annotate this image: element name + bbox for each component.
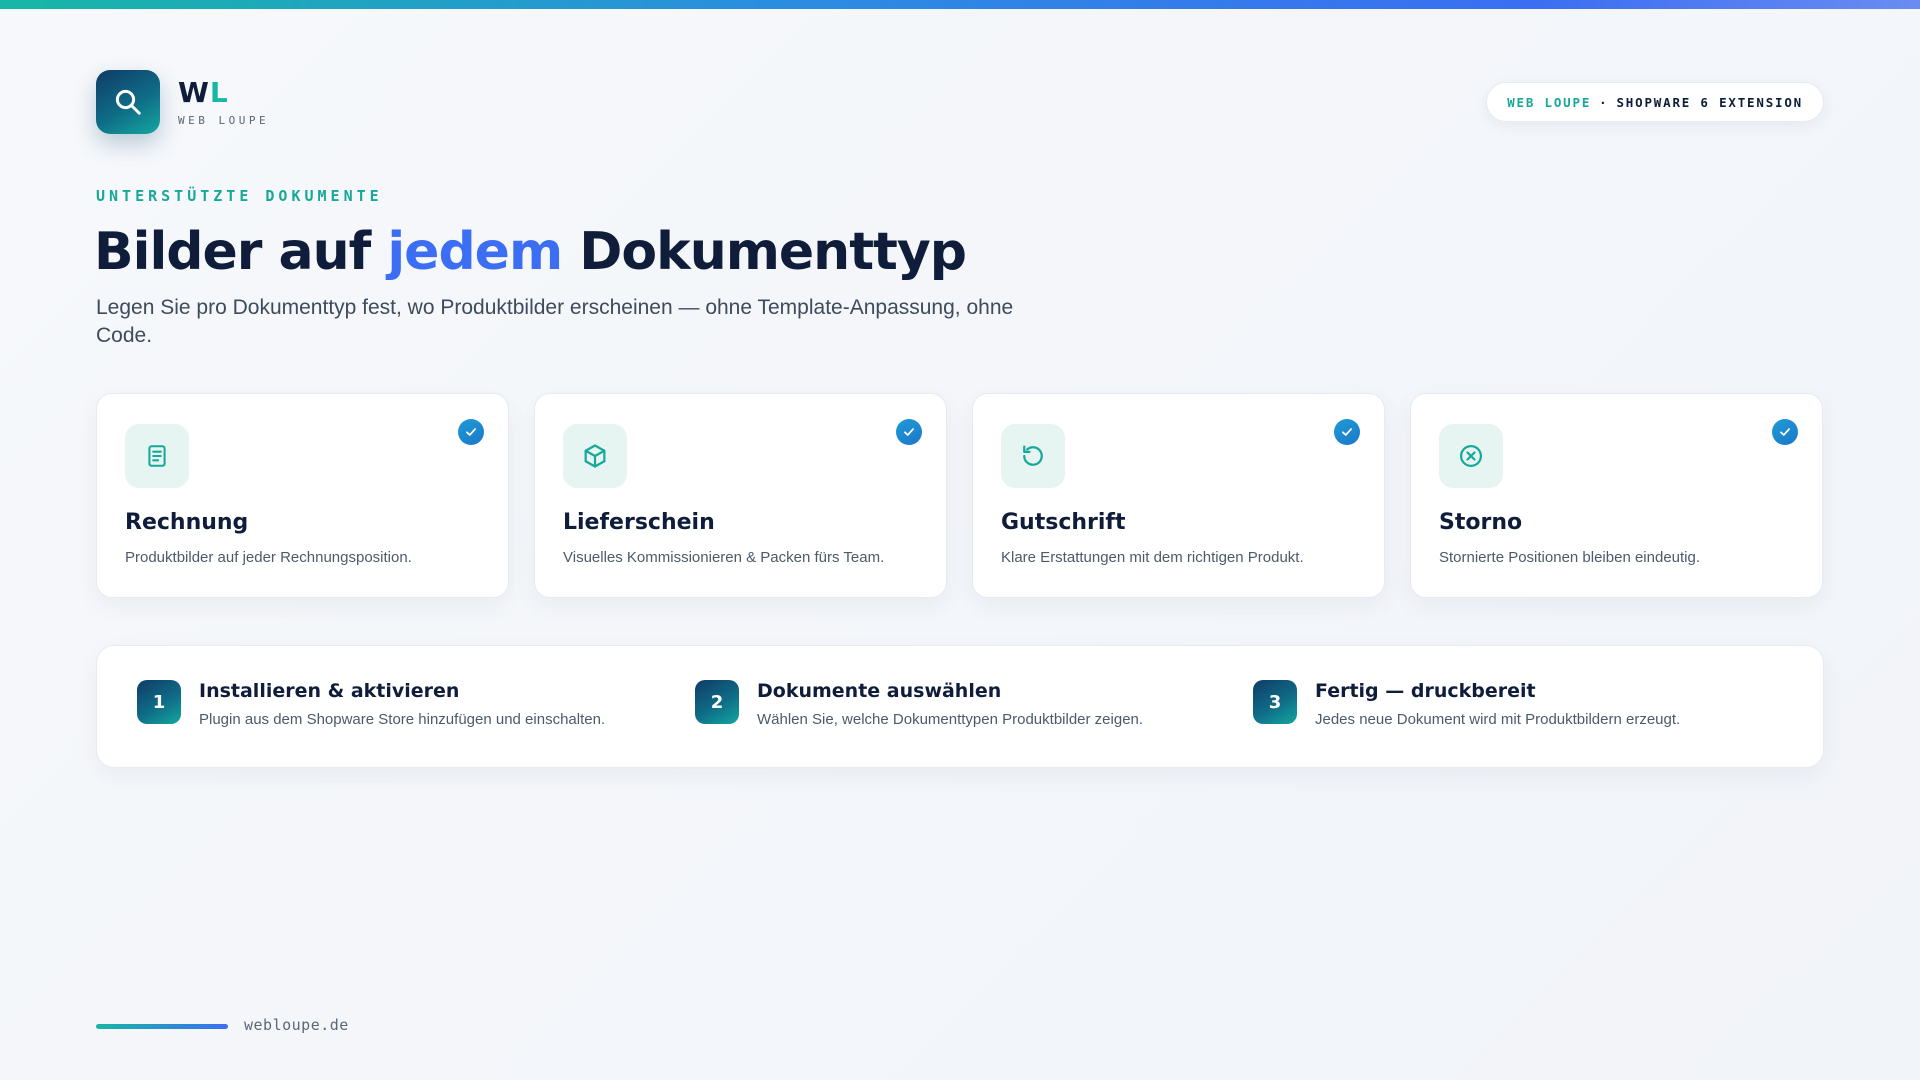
step-title: Dokumente auswählen xyxy=(757,680,1002,702)
check-icon xyxy=(896,419,922,445)
card-description: Produktbilder auf jeder Rechnungspositio… xyxy=(125,549,412,566)
step-description: Wählen Sie, welche Dokumenttypen Produkt… xyxy=(757,711,1144,728)
card-lieferschein: Lieferschein Visuelles Kommissionieren &… xyxy=(534,393,947,598)
logo xyxy=(96,70,160,134)
top-gradient-bar xyxy=(0,0,1920,9)
step-2: 2 Dokumente auswählen Wählen Sie, welche… xyxy=(695,680,1143,728)
card-icon-box xyxy=(563,424,627,488)
card-description: Klare Erstattungen mit dem richtigen Pro… xyxy=(1001,549,1304,566)
title-pre: Bilder auf xyxy=(94,222,388,282)
check-icon xyxy=(1772,419,1798,445)
logo-mark: WL xyxy=(178,75,269,109)
step-title: Fertig — druckbereit xyxy=(1315,680,1536,702)
document-icon xyxy=(148,445,166,467)
cancel-circle-icon xyxy=(1459,444,1483,468)
extension-badge: WEB LOUPE · SHOPWARE 6 EXTENSION xyxy=(1486,82,1824,122)
card-storno: Storno Stornierte Positionen bleiben ein… xyxy=(1410,393,1823,598)
logo-text: WL WEB LOUPE xyxy=(178,75,270,127)
card-title: Storno xyxy=(1439,510,1523,535)
card-description: Visuelles Kommissionieren & Packen fürs … xyxy=(563,549,885,566)
logo-mark-l: L xyxy=(209,75,229,109)
step-number: 1 xyxy=(137,680,181,724)
step-number: 3 xyxy=(1253,680,1297,724)
title-highlight: jedem xyxy=(387,222,563,282)
card-title: Gutschrift xyxy=(1001,510,1126,535)
card-icon-box xyxy=(1439,424,1503,488)
card-title: Lieferschein xyxy=(563,510,715,535)
card-gutschrift: Gutschrift Klare Erstattungen mit dem ri… xyxy=(972,393,1385,598)
logo-subtitle: WEB LOUPE xyxy=(178,113,270,127)
refresh-icon xyxy=(1023,445,1043,466)
brand-header: WL WEB LOUPE xyxy=(96,70,269,134)
card-rechnung: Rechnung Produktbilder auf jeder Rechnun… xyxy=(96,393,509,598)
step-description: Jedes neue Dokument wird mit Produktbild… xyxy=(1315,711,1681,728)
search-icon xyxy=(115,89,141,115)
section-eyebrow: UNTERSTÜTZTE DOKUMENTE xyxy=(96,187,383,205)
logo-mark-w: W xyxy=(178,75,210,109)
step-number: 2 xyxy=(695,680,739,724)
card-icon-box xyxy=(125,424,189,488)
title-post: Dokumenttyp xyxy=(562,222,967,282)
badge-separator: · xyxy=(1599,94,1609,110)
setup-steps-panel: 1 Installieren & aktivieren Plugin aus d… xyxy=(96,645,1824,768)
step-1: 1 Installieren & aktivieren Plugin aus d… xyxy=(137,680,605,728)
step-title: Installieren & aktivieren xyxy=(199,680,460,702)
card-title: Rechnung xyxy=(125,510,249,535)
card-icon-box xyxy=(1001,424,1065,488)
badge-platform: SHOPWARE 6 EXTENSION xyxy=(1616,94,1803,110)
check-icon xyxy=(458,419,484,445)
footer-accent-line xyxy=(96,1024,228,1029)
footer-url: webloupe.de xyxy=(244,1016,349,1034)
page-subtitle: Legen Sie pro Dokumenttyp fest, wo Produ… xyxy=(96,296,1014,347)
check-icon xyxy=(1334,419,1360,445)
card-description: Stornierte Positionen bleiben eindeutig. xyxy=(1439,549,1701,566)
step-3: 3 Fertig — druckbereit Jedes neue Dokume… xyxy=(1253,680,1680,728)
step-description: Plugin aus dem Shopware Store hinzufügen… xyxy=(199,711,606,728)
page-title: Bilder auf jedem Dokumenttyp xyxy=(94,222,967,282)
document-type-cards: Rechnung Produktbilder auf jeder Rechnun… xyxy=(96,393,1823,598)
box-icon xyxy=(584,444,606,468)
badge-brand: WEB LOUPE xyxy=(1507,94,1592,110)
